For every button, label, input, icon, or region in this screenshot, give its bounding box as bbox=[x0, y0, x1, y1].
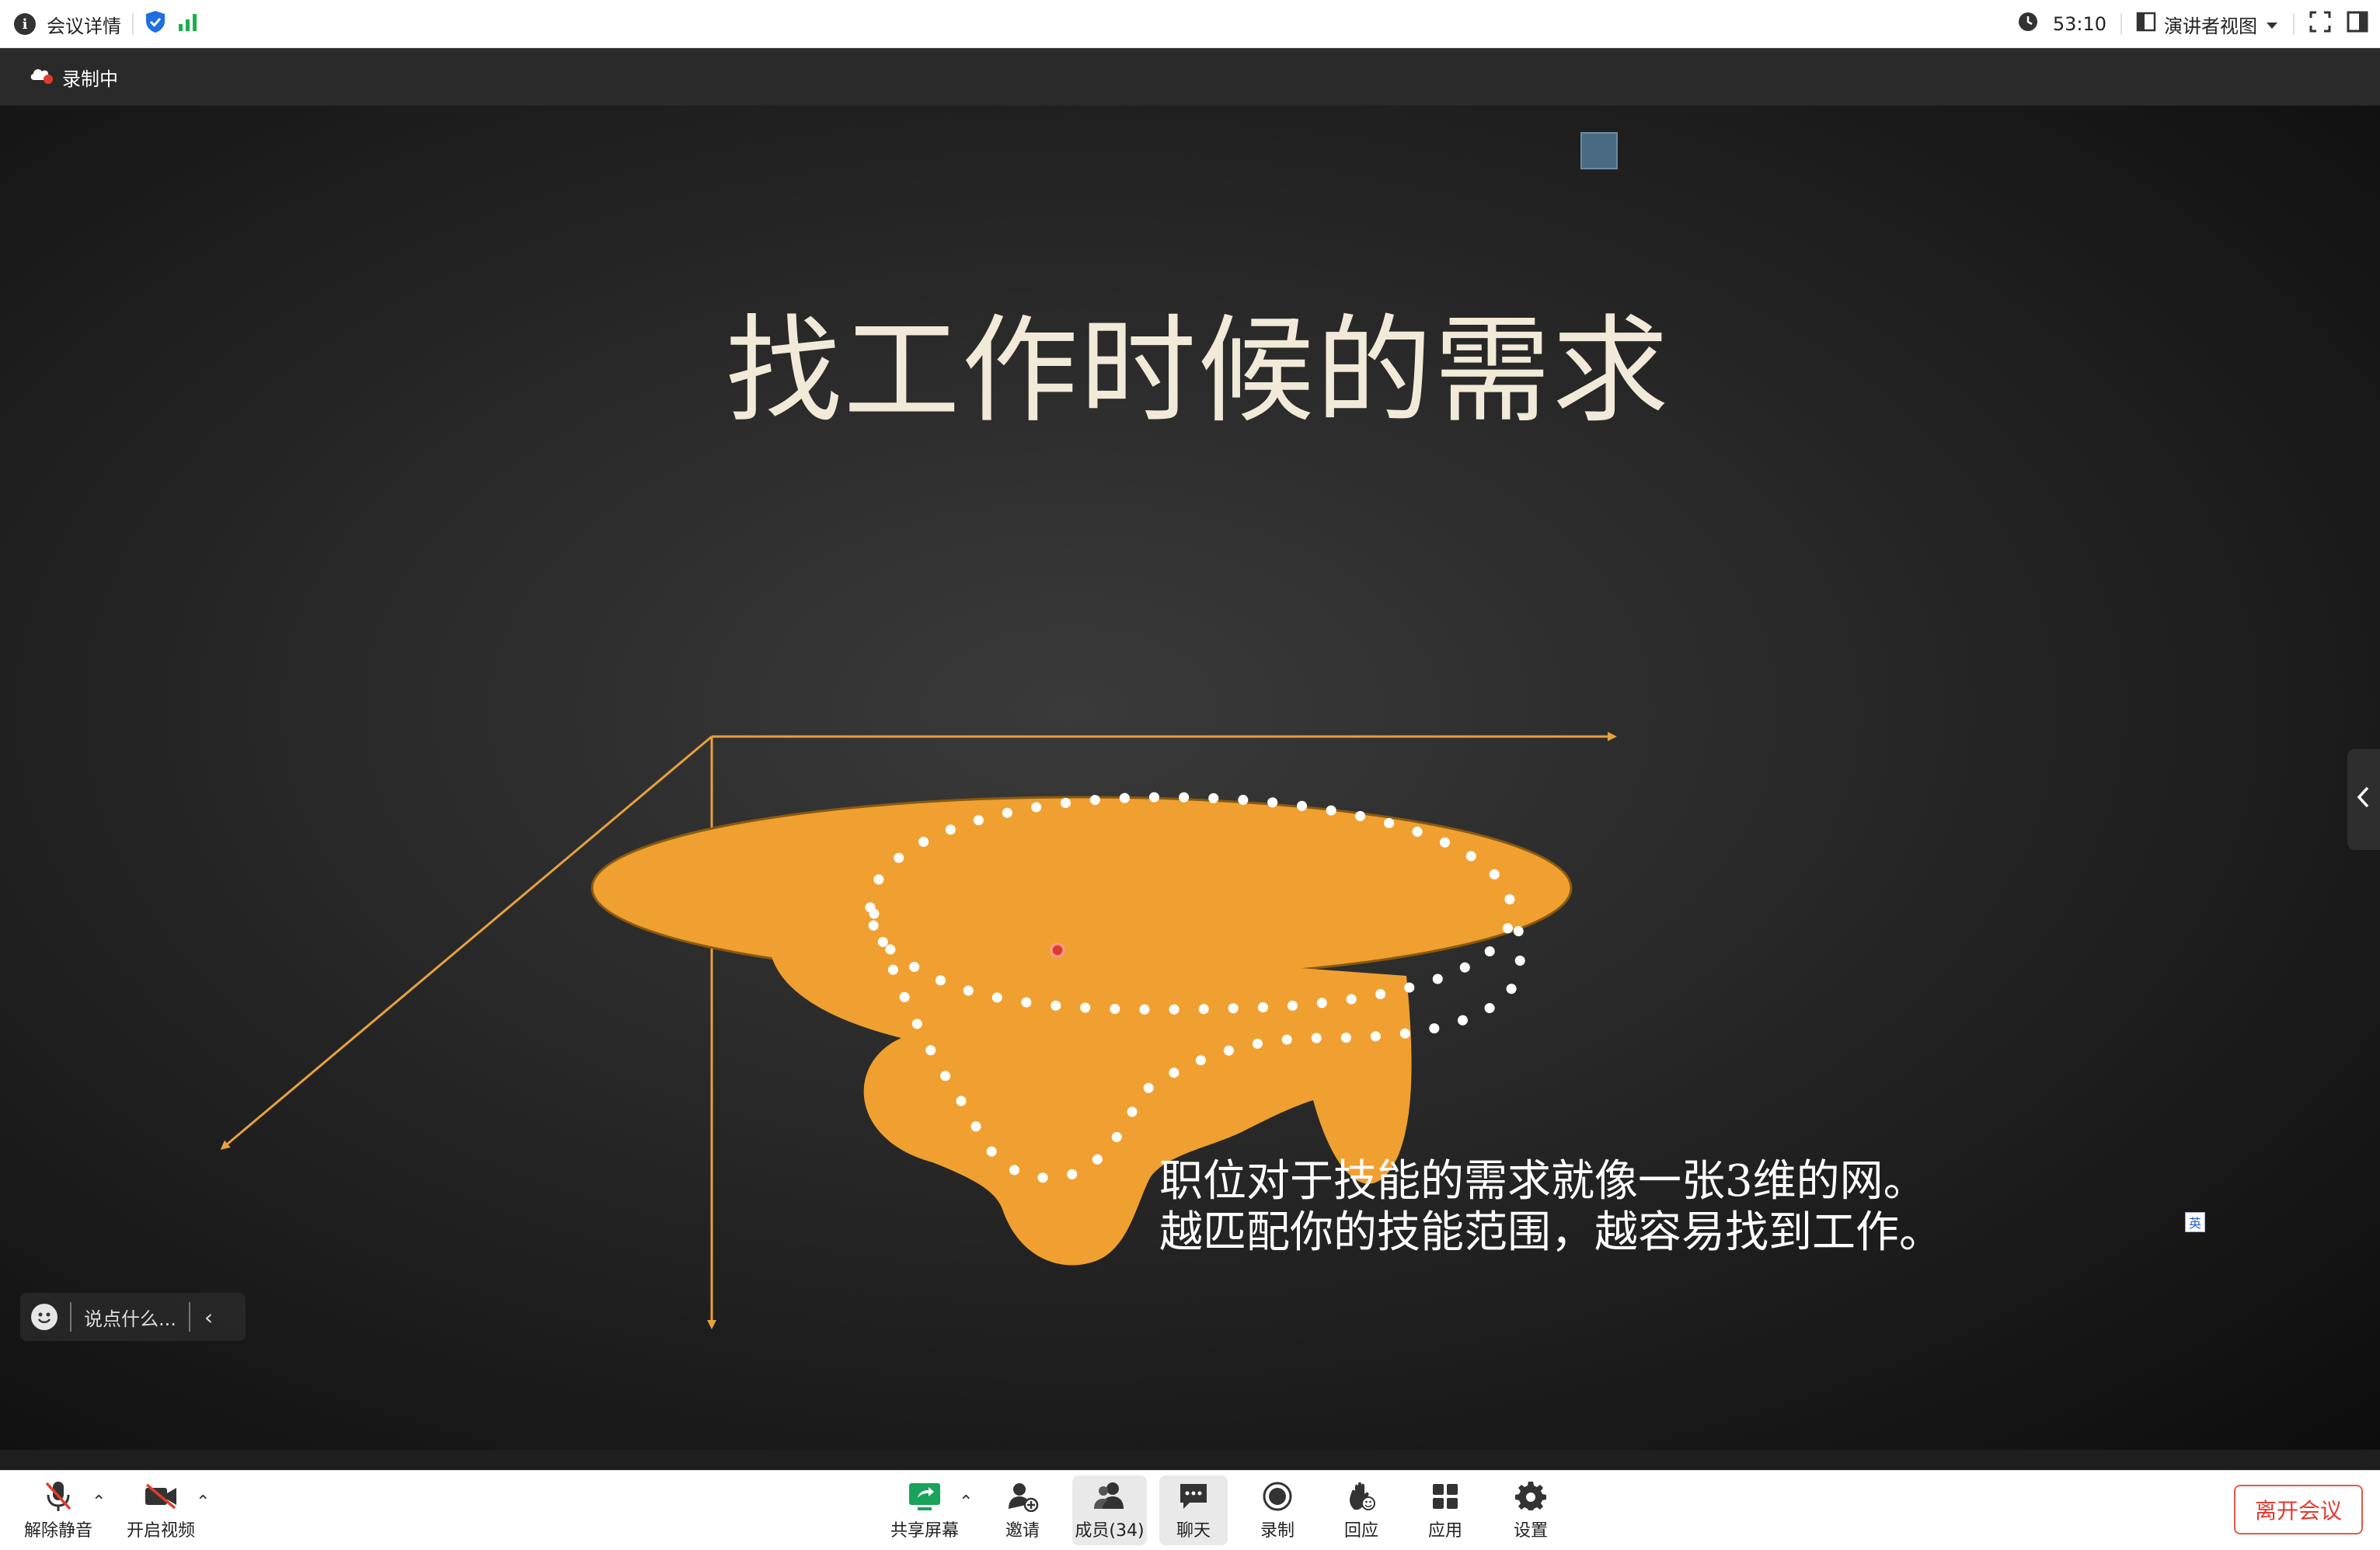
layout-icon bbox=[2136, 12, 2156, 37]
view-mode-dropdown[interactable]: 演讲者视图 bbox=[2136, 11, 2279, 38]
divider bbox=[188, 1302, 190, 1332]
settings-label: 设置 bbox=[1513, 1521, 1548, 1541]
leave-meeting-button[interactable]: 离开会议 bbox=[2234, 1485, 2363, 1534]
members-icon bbox=[1091, 1479, 1128, 1513]
camera-off-icon bbox=[142, 1479, 179, 1513]
record-icon bbox=[1259, 1479, 1296, 1513]
chevron-left-icon[interactable]: ‹ bbox=[204, 1304, 213, 1330]
top-bar-left: i 会议详情 bbox=[14, 0, 199, 48]
language-badge[interactable]: 英 bbox=[2185, 1212, 2205, 1232]
divider bbox=[2293, 13, 2295, 35]
divider bbox=[2120, 13, 2122, 35]
add-user-icon bbox=[1004, 1479, 1041, 1513]
chevron-up-icon[interactable]: ⌃ bbox=[959, 1493, 973, 1512]
top-bar-right: 53:10 演讲者视图 bbox=[2017, 0, 2369, 48]
start-video-button[interactable]: 开启视频 bbox=[118, 1475, 204, 1545]
share-screen-icon bbox=[906, 1479, 943, 1513]
meeting-stage: 录制中 找工作时候的需求 职位对于技能的需求就像一张3维的网。越匹配你的技能范围… bbox=[0, 48, 2380, 1470]
unmute-label: 解除静音 bbox=[23, 1521, 92, 1541]
gear-icon bbox=[1512, 1479, 1549, 1513]
apps-grid-icon bbox=[1427, 1479, 1464, 1513]
divider bbox=[70, 1302, 71, 1332]
reactions-button[interactable]: 回应 bbox=[1327, 1475, 1396, 1545]
divider bbox=[132, 13, 134, 35]
slide-body-text: 职位对于技能的需求就像一张3维的网。越匹配你的技能范围，越容易找到工作。 bbox=[1159, 1156, 1943, 1258]
record-label: 录制 bbox=[1260, 1521, 1295, 1541]
record-button[interactable]: 录制 bbox=[1243, 1475, 1312, 1545]
fullscreen-icon[interactable] bbox=[2309, 10, 2332, 38]
meeting-timer: 53:10 bbox=[2052, 13, 2106, 35]
chat-input-placeholder[interactable]: 说点什么... bbox=[84, 1304, 176, 1331]
recording-bar: 录制中 bbox=[0, 48, 2380, 106]
share-screen-label: 共享屏幕 bbox=[890, 1521, 959, 1541]
invite-label: 邀请 bbox=[1005, 1521, 1040, 1541]
shield-icon[interactable] bbox=[145, 10, 166, 38]
chevron-up-icon[interactable]: ⌃ bbox=[92, 1493, 106, 1512]
signal-icon[interactable] bbox=[177, 12, 199, 37]
chat-input-bar[interactable]: 说点什么... ‹ bbox=[20, 1293, 246, 1341]
members-button[interactable]: 成员(34) bbox=[1072, 1475, 1147, 1545]
invite-button[interactable]: 邀请 bbox=[987, 1475, 1058, 1545]
chat-icon bbox=[1175, 1479, 1212, 1513]
reactions-label: 回应 bbox=[1343, 1521, 1378, 1541]
chevron-down-icon bbox=[2265, 13, 2279, 35]
side-panel-toggle[interactable] bbox=[2347, 749, 2380, 850]
sidebar-toggle-icon[interactable] bbox=[2346, 10, 2369, 38]
share-screen-button[interactable]: 共享屏幕 bbox=[878, 1475, 971, 1545]
start-video-label: 开启视频 bbox=[126, 1521, 195, 1541]
apps-label: 应用 bbox=[1427, 1521, 1462, 1541]
meeting-details-link[interactable]: 会议详情 bbox=[47, 11, 121, 38]
members-label: 成员(34) bbox=[1075, 1521, 1145, 1541]
recording-cloud-icon bbox=[28, 64, 54, 89]
top-bar: i 会议详情 53:10 演讲者视图 bbox=[0, 0, 2380, 48]
axis-z-arrow bbox=[220, 735, 713, 1150]
laser-pointer bbox=[1050, 942, 1065, 958]
info-icon[interactable]: i bbox=[14, 13, 36, 35]
settings-button[interactable]: 设置 bbox=[1497, 1475, 1565, 1545]
apps-button[interactable]: 应用 bbox=[1411, 1475, 1479, 1545]
unmute-button[interactable]: 解除静音 bbox=[16, 1475, 101, 1545]
view-mode-label: 演讲者视图 bbox=[2164, 15, 2257, 37]
shared-slide: 找工作时候的需求 职位对于技能的需求就像一张3维的网。越匹配你的技能范围，越容易… bbox=[0, 106, 2380, 1450]
chat-button[interactable]: 聊天 bbox=[1159, 1475, 1228, 1545]
emoji-icon[interactable] bbox=[31, 1304, 57, 1330]
raise-hand-icon bbox=[1343, 1479, 1380, 1513]
clock-icon bbox=[2017, 11, 2039, 37]
chevron-left-icon bbox=[2356, 784, 2371, 816]
chat-label: 聊天 bbox=[1176, 1521, 1211, 1541]
bottom-toolbar: 解除静音 ⌃ 开启视频 ⌃ 共享屏幕 ⌃ 邀请 成员(34) 聊天 录制 回应 … bbox=[0, 1470, 2380, 1550]
mic-muted-icon bbox=[40, 1479, 77, 1513]
recording-label: 录制中 bbox=[62, 68, 118, 90]
chevron-up-icon[interactable]: ⌃ bbox=[196, 1493, 210, 1512]
